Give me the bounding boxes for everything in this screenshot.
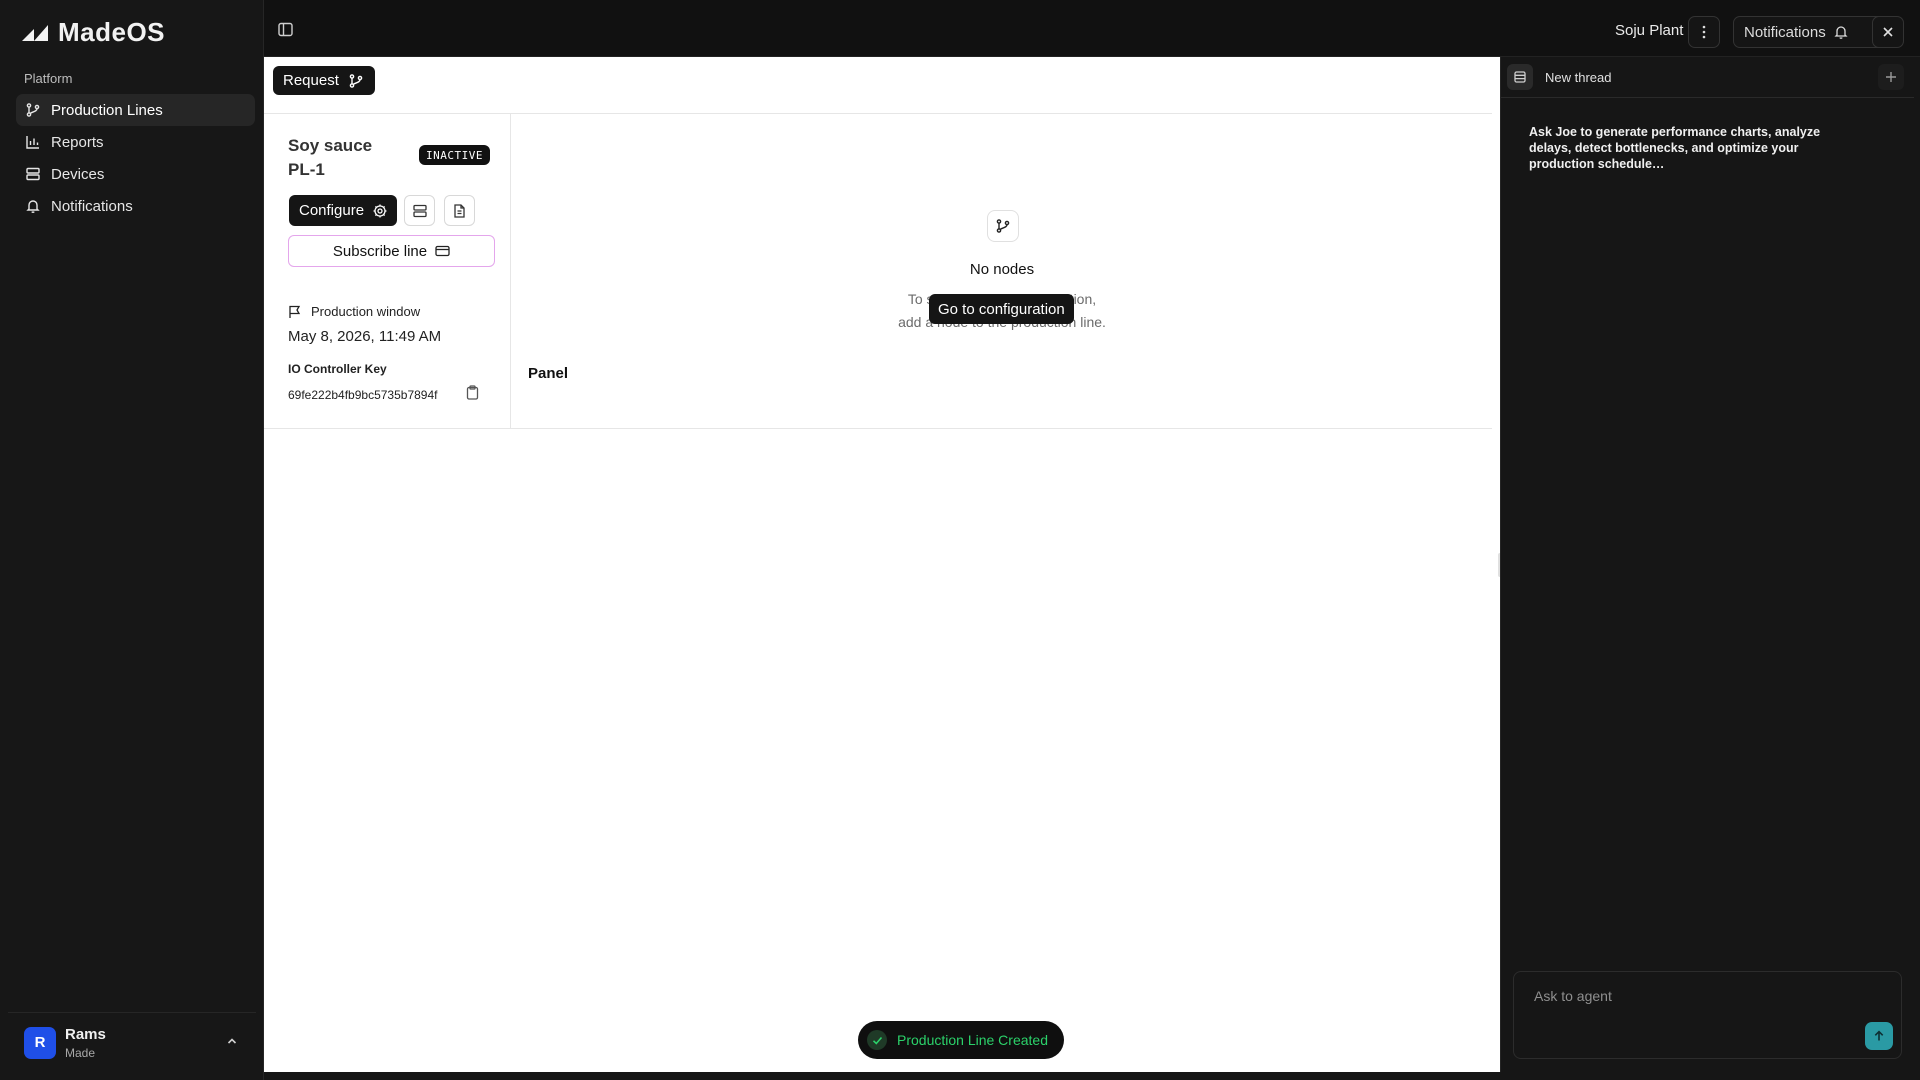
agent-header: New thread	[1501, 57, 1914, 98]
sidebar-item-devices[interactable]: Devices	[16, 158, 255, 190]
sidebar-toggle-icon[interactable]	[278, 22, 293, 37]
branch-icon	[349, 73, 363, 88]
more-options-button[interactable]	[1688, 16, 1720, 48]
branch-icon	[25, 102, 41, 118]
nodes-icon	[987, 210, 1019, 242]
credit-card-icon	[435, 245, 450, 257]
plus-icon	[1886, 72, 1896, 82]
send-button[interactable]	[1865, 1022, 1893, 1050]
thread-title: New thread	[1545, 70, 1612, 85]
close-icon	[1883, 27, 1893, 37]
devices-button[interactable]	[404, 195, 435, 226]
close-button[interactable]	[1872, 16, 1904, 48]
divider	[264, 428, 1492, 429]
server-icon	[412, 204, 427, 217]
configure-button-label: Configure	[299, 202, 365, 219]
configure-button[interactable]: Configure	[289, 195, 398, 226]
user-menu[interactable]: R Rams Made	[8, 1012, 256, 1072]
sidebar: MadeOS Platform Production Lines Reports	[0, 0, 264, 1080]
thread-list-icon[interactable]	[1507, 64, 1533, 90]
sidebar-item-label: Production Lines	[51, 101, 163, 119]
notifications-button-label: Notifications	[1744, 23, 1826, 41]
toast-message: Production Line Created	[897, 1032, 1048, 1048]
gear-icon	[373, 204, 387, 217]
line-info-panel: Soy sauce PL-1 INACTIVE Configure Subscr…	[264, 114, 511, 428]
new-thread-button[interactable]	[1878, 64, 1904, 90]
sidebar-item-notifications[interactable]: Notifications	[16, 190, 255, 222]
panel-label: Panel	[528, 365, 569, 382]
main-content: Request Soy sauce PL-1 INACTIVE Configur…	[264, 57, 1500, 1072]
nav-group-label: Platform	[24, 71, 73, 86]
empty-state-title: No nodes	[969, 261, 1035, 278]
status-badge: INACTIVE	[419, 145, 490, 165]
go-to-configuration-button[interactable]: Go to configuration	[929, 294, 1074, 324]
sidebar-item-reports[interactable]: Reports	[16, 126, 255, 158]
sidebar-item-label: Reports	[51, 133, 104, 151]
clipboard-icon[interactable]	[466, 385, 479, 400]
app-name: MadeOS	[58, 16, 166, 47]
bar-chart-icon	[25, 134, 41, 150]
toast-notification: Production Line Created	[858, 1021, 1064, 1059]
agent-panel: New thread Ask Joe to generate performan…	[1500, 57, 1920, 1072]
user-org: Made	[65, 1045, 96, 1060]
sidebar-nav: Production Lines Reports Devices Notific…	[16, 94, 255, 222]
logo[interactable]: MadeOS	[22, 16, 165, 48]
request-button-label: Request	[283, 72, 339, 89]
subscribe-line-button[interactable]: Subscribe line	[288, 235, 495, 267]
flag-icon	[289, 305, 301, 318]
production-window-label: Production window	[311, 304, 421, 319]
agent-input[interactable]: Ask to agent	[1513, 971, 1902, 1059]
sidebar-item-label: Devices	[51, 165, 105, 183]
io-controller-key-value: 69fe222b4fb9bc5735b7894f	[288, 388, 438, 402]
document-icon	[454, 203, 465, 218]
subscribe-line-label: Subscribe line	[332, 242, 428, 260]
avatar: R	[24, 1026, 56, 1059]
more-vertical-icon	[1702, 25, 1706, 39]
madeos-logo-icon	[22, 25, 48, 41]
user-name: Rams	[65, 1025, 106, 1043]
io-controller-key-label: IO Controller Key	[288, 362, 387, 376]
bell-icon	[1834, 26, 1848, 39]
top-bar: Soju Plant Notifications	[264, 0, 1920, 57]
sidebar-item-production-lines[interactable]: Production Lines	[16, 94, 255, 126]
agent-intro-text: Ask Joe to generate performance charts, …	[1529, 125, 1821, 171]
line-title: Soy sauce PL-1	[288, 136, 373, 179]
request-button[interactable]: Request	[273, 66, 375, 95]
chevron-up-icon	[227, 1038, 237, 1044]
check-icon	[867, 1030, 887, 1050]
plant-name[interactable]: Soju Plant	[1615, 22, 1683, 39]
production-window-value: May 8, 2026, 11:49 AM	[288, 328, 442, 345]
agent-input-placeholder: Ask to agent	[1534, 988, 1612, 1004]
arrow-up-icon	[1874, 1030, 1884, 1041]
notifications-button[interactable]: Notifications	[1733, 16, 1895, 48]
sidebar-item-label: Notifications	[51, 197, 133, 215]
production-window-label-row: Production window	[288, 304, 420, 319]
server-icon	[25, 166, 41, 182]
bell-icon	[25, 198, 41, 214]
document-button[interactable]	[444, 195, 475, 226]
